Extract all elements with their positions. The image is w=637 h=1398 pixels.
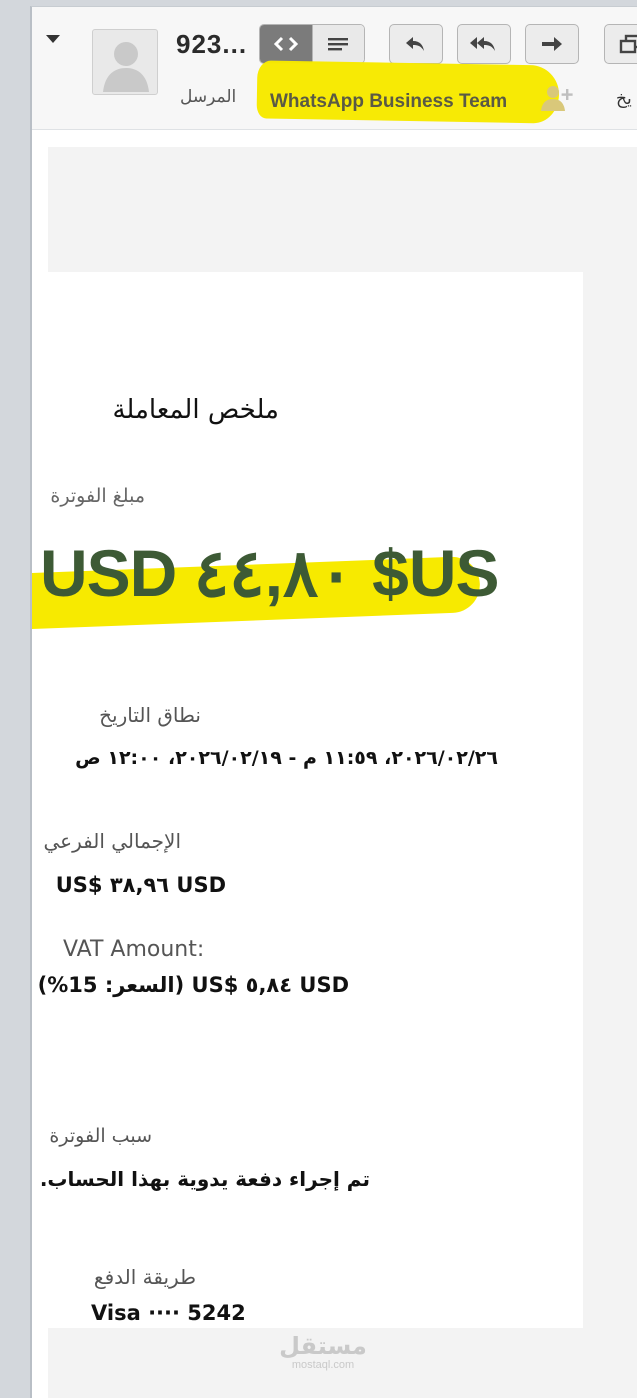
view-toggle: [259, 24, 365, 64]
sender-name[interactable]: WhatsApp Business Team: [270, 91, 507, 113]
billing-reason-label: سبب الفوترة: [49, 1125, 152, 1147]
code-icon: [273, 36, 299, 52]
open-window-button[interactable]: [604, 24, 637, 64]
reply-button[interactable]: [389, 24, 443, 64]
chevron-down-icon[interactable]: [46, 35, 60, 43]
sender-label: المرسل: [180, 87, 237, 107]
add-contact-icon[interactable]: [537, 83, 575, 113]
reply-all-icon: [470, 37, 495, 51]
payment-method-label: طريقة الدفع: [93, 1265, 196, 1289]
invoice-amount: USD ٤٤,٨٠ $US: [40, 535, 500, 612]
watermark-arabic: مستقل: [279, 1332, 367, 1360]
email-window: 923... المرسل WhatsApp Business Team يخ …: [30, 6, 637, 1398]
avatar: [92, 29, 158, 95]
subtotal-label: الإجمالي الفرعي: [43, 829, 181, 853]
payment-method-value: Visa ···· 5242: [91, 1301, 246, 1325]
vat-amount-value: USD ٥,٨٤ $US (السعر: 15%): [37, 973, 349, 997]
watermark-latin: mostaql.com: [291, 1359, 355, 1371]
reply-icon: [406, 37, 424, 51]
truncated-label: يخ: [616, 89, 632, 109]
code-view-button[interactable]: [260, 25, 312, 63]
lines-icon: [328, 38, 349, 51]
billing-reason-value: تم إجراء دفعة يدوية بهذا الحساب.: [39, 1167, 370, 1191]
forward-button[interactable]: [525, 24, 579, 64]
date-range-value: ٢٠٢٦/٠٢/٢٦، ١١:٥٩ م - ٢٠٢٦/٠٢/١٩، ١٢:٠٠ …: [75, 747, 498, 769]
sender-number: 923...: [176, 29, 248, 59]
email-header: 923... المرسل WhatsApp Business Team يخ: [32, 7, 637, 130]
forward-icon: [542, 37, 562, 51]
invoice-amount-text: USD ٤٤,٨٠ $US: [40, 536, 500, 610]
vat-amount-label: VAT Amount:: [63, 937, 205, 962]
watermark-logo: مستقل mostaql.com: [278, 1333, 368, 1371]
date-range-label: نطاق التاريخ: [99, 703, 201, 727]
subtotal-value: USD ٣٨,٩٦ $US: [55, 873, 226, 897]
text-view-button[interactable]: [311, 25, 364, 63]
window-icon: [619, 34, 637, 54]
invoice-amount-label: مبلغ الفوترة: [50, 485, 145, 507]
transaction-summary-title: ملخص المعاملة: [112, 395, 279, 425]
email-side-margin: [583, 272, 637, 1332]
email-banner: [48, 147, 637, 272]
reply-all-button[interactable]: [457, 24, 511, 64]
